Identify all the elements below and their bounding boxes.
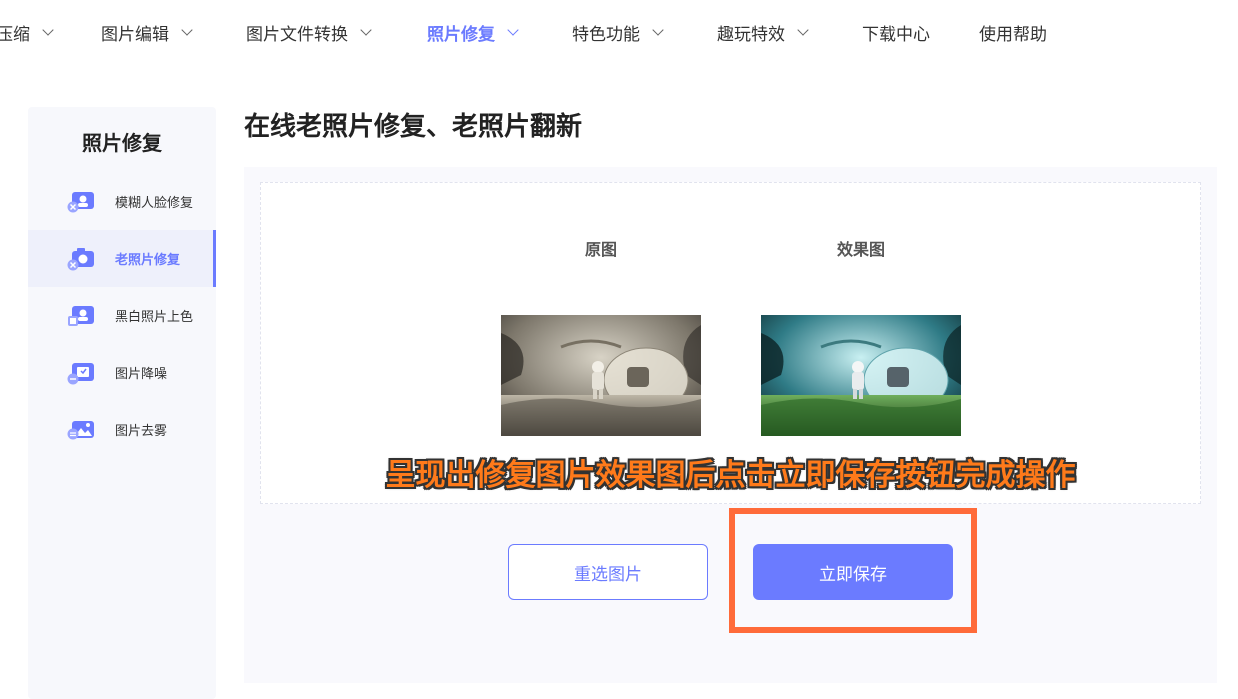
chevron-down-icon [507, 23, 519, 36]
nav-photo-repair[interactable]: 照片修复 [427, 20, 519, 45]
nav-help[interactable]: 使用帮助 [979, 20, 1047, 45]
original-image [501, 315, 701, 436]
denoise-icon [67, 362, 94, 384]
sidebar-title: 照片修复 [82, 131, 162, 155]
instruction-caption: 呈现出修复图片效果图后点击立即保存按钮完成操作 [385, 458, 1076, 493]
original-label: 原图 [584, 240, 617, 259]
sidebar-item-old-photo[interactable]: 老照片修复 [28, 230, 216, 287]
nav-compress[interactable]: 压缩 [0, 20, 54, 45]
sidebar: 照片修复 模糊人脸修复 老照片修复 黑白照片上色 图片降噪 图片去雾 [28, 107, 216, 699]
reselect-image-button[interactable]: 重选图片 [508, 544, 708, 600]
sidebar-item-dehaze[interactable]: 图片去雾 [28, 401, 216, 458]
sidebar-item-colorize[interactable]: 黑白照片上色 [28, 287, 216, 344]
sidebar-item-face-repair[interactable]: 模糊人脸修复 [28, 173, 216, 230]
chevron-down-icon [797, 23, 809, 36]
nav-label: 照片修复 [427, 24, 495, 45]
nav-label: 使用帮助 [979, 24, 1047, 45]
nav-label: 图片编辑 [101, 24, 169, 45]
chevron-down-icon [652, 23, 664, 36]
nav-download-center[interactable]: 下载中心 [862, 20, 930, 45]
top-nav: 压缩 图片编辑 图片文件转换 照片修复 特色功能 趣玩特效 下载中心 使用帮助 [0, 0, 1238, 64]
colorize-icon [68, 305, 94, 326]
sidebar-item-denoise[interactable]: 图片降噪 [28, 344, 216, 401]
page-title: 在线老照片修复、老照片翻新 [244, 112, 583, 142]
nav-label: 图片文件转换 [246, 24, 348, 45]
dehaze-icon [67, 420, 94, 439]
nav-label: 特色功能 [572, 24, 640, 45]
result-image [761, 315, 961, 436]
nav-fun-effects[interactable]: 趣玩特效 [717, 20, 809, 45]
sidebar-item-label: 模糊人脸修复 [115, 196, 194, 211]
face-repair-icon [67, 191, 94, 212]
highlight-annotation [729, 508, 977, 633]
chevron-down-icon [42, 23, 54, 36]
sidebar-item-label: 图片去雾 [115, 424, 168, 439]
sidebar-item-label: 图片降噪 [115, 367, 168, 382]
sidebar-item-label: 黑白照片上色 [115, 310, 194, 325]
sidebar-item-label: 老照片修复 [115, 253, 181, 268]
nav-image-edit[interactable]: 图片编辑 [101, 20, 193, 45]
chevron-down-icon [181, 23, 193, 36]
nav-label: 趣玩特效 [717, 24, 785, 45]
nav-label: 下载中心 [862, 24, 930, 45]
chevron-down-icon [360, 23, 372, 36]
result-label: 效果图 [836, 240, 885, 259]
nav-file-convert[interactable]: 图片文件转换 [246, 20, 372, 45]
camera-repair-icon [67, 247, 94, 270]
nav-features[interactable]: 特色功能 [572, 20, 664, 45]
nav-label: 压缩 [0, 24, 30, 45]
